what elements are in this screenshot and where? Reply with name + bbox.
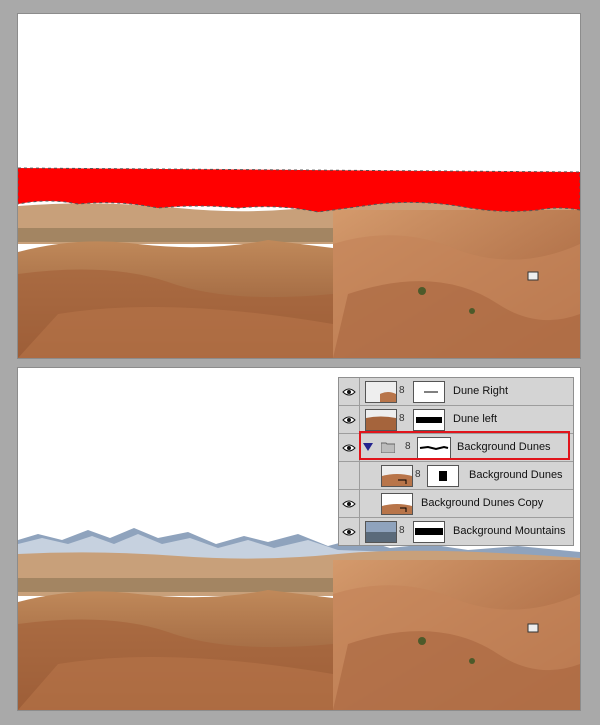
eye-icon <box>342 500 356 507</box>
visibility-toggle[interactable] <box>339 518 360 545</box>
mask-thumbnail <box>413 409 445 431</box>
mask-image <box>415 528 443 535</box>
link-icon: 8 <box>399 385 405 396</box>
canvas-top[interactable] <box>18 14 580 358</box>
layer-name: Background Mountains <box>453 525 566 537</box>
layer-name: Dune left <box>453 413 498 425</box>
layer-row-dune-right[interactable]: 8 Dune Right <box>339 378 573 406</box>
layer-name: Dune Right <box>453 385 509 397</box>
eye-icon <box>342 444 356 451</box>
link-icon: 8 <box>415 469 421 480</box>
visibility-toggle[interactable] <box>339 406 360 433</box>
layer-thumbnail <box>365 521 397 543</box>
layers-panel: 8 Dune Right 8 Dune left 8 Background Du… <box>338 377 574 546</box>
layer-row-background-dunes[interactable]: 8 Background Dunes <box>339 462 573 490</box>
layer-thumbnail <box>365 381 397 403</box>
dune-scene-top <box>18 167 580 358</box>
thumbnail-image <box>366 410 396 430</box>
layer-row-dune-left[interactable]: 8 Dune left <box>339 406 573 434</box>
mask-thumbnail <box>413 381 445 403</box>
thumbnail-image <box>366 522 396 542</box>
visibility-toggle[interactable] <box>339 490 360 517</box>
thumbnail-image <box>366 382 396 402</box>
thumbnail-image <box>382 466 412 486</box>
link-icon: 8 <box>399 525 405 536</box>
layer-thumbnail <box>381 493 413 515</box>
mask-thumbnail <box>413 521 445 543</box>
thumbnail-image <box>382 494 412 514</box>
eye-icon <box>342 388 356 395</box>
eye-icon <box>342 416 356 423</box>
mask-image <box>424 391 438 393</box>
mask-thumbnail <box>427 465 459 487</box>
layer-name: Background Dunes Copy <box>421 497 544 509</box>
visibility-toggle[interactable] <box>339 378 360 405</box>
layer-name: Background Dunes <box>469 469 563 481</box>
visibility-toggle[interactable] <box>339 434 360 461</box>
layer-thumbnail <box>365 409 397 431</box>
mask-image <box>439 471 447 481</box>
layer-row-background-mountains[interactable]: 8 Background Mountains <box>339 518 573 545</box>
layer-row-background-dunes-copy[interactable]: Background Dunes Copy <box>339 490 573 518</box>
eye-icon <box>342 528 356 535</box>
link-icon: 8 <box>399 413 405 424</box>
mask-image <box>416 417 442 423</box>
layer-thumbnail <box>381 465 413 487</box>
selected-group-highlight <box>359 431 570 460</box>
visibility-toggle[interactable] <box>339 462 360 489</box>
